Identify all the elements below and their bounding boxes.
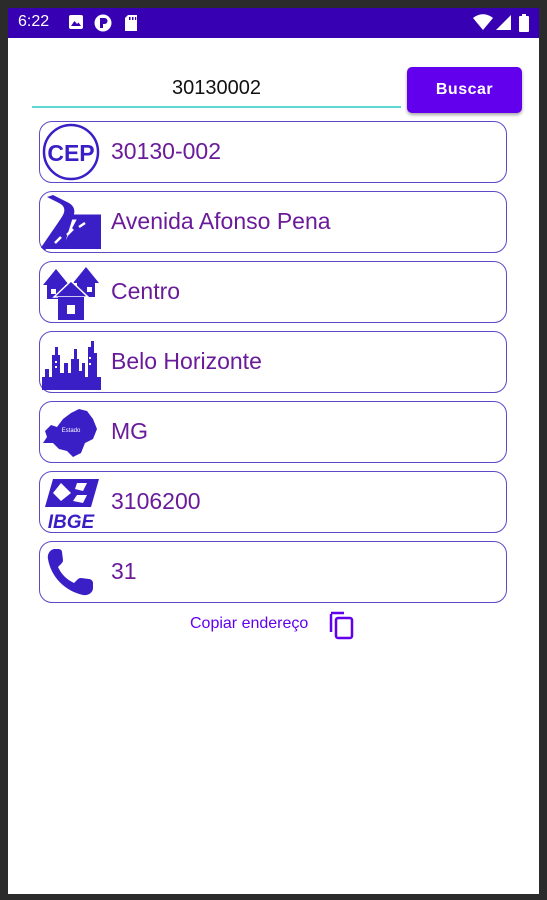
sd-card-icon (125, 15, 137, 31)
road-icon (41, 195, 101, 251)
street-card: Avenida Afonso Pena (39, 191, 507, 253)
cep-icon: CEP (42, 123, 100, 181)
phone-icon (47, 549, 93, 596)
cep-value: 30130-002 (111, 138, 221, 164)
search-button[interactable]: Buscar (407, 67, 522, 113)
copy-address-label: Copiar endereço (190, 615, 309, 632)
status-bar: 6:22 (8, 8, 539, 38)
cep-card: CEP 30130-002 (39, 121, 507, 183)
state-map-label: Estado (62, 428, 81, 434)
image-notification-icon (69, 15, 83, 29)
state-map-icon: Estado (43, 409, 97, 457)
svg-text:CEP: CEP (47, 140, 94, 166)
cep-search-input[interactable] (32, 70, 401, 108)
ibge-code-value: 3106200 (111, 488, 201, 514)
city-value: Belo Horizonte (111, 348, 262, 374)
neighborhood-value: Centro (111, 278, 181, 304)
state-card: Estado MG (39, 401, 507, 463)
state-value: MG (111, 418, 149, 444)
area-code-card: 31 (39, 541, 507, 603)
signal-icon (496, 15, 511, 30)
ibge-card: IBGE 3106200 (39, 471, 507, 533)
phone-screen: 6:22 Buscar (8, 8, 539, 894)
status-time: 6:22 (18, 13, 50, 30)
houses-icon (43, 267, 99, 320)
ibge-logo-icon: IBGE (45, 479, 99, 531)
wifi-icon (473, 14, 493, 30)
neighborhood-card: Centro (39, 261, 507, 323)
area-code-value: 31 (111, 558, 137, 584)
city-skyline-icon (42, 341, 101, 390)
street-value: Avenida Afonso Pena (111, 208, 331, 234)
city-card: Belo Horizonte (39, 331, 507, 393)
copy-icon[interactable] (328, 610, 356, 640)
app-notification-icon (94, 14, 112, 32)
battery-icon (519, 14, 529, 32)
ibge-logo-text: IBGE (48, 512, 96, 531)
